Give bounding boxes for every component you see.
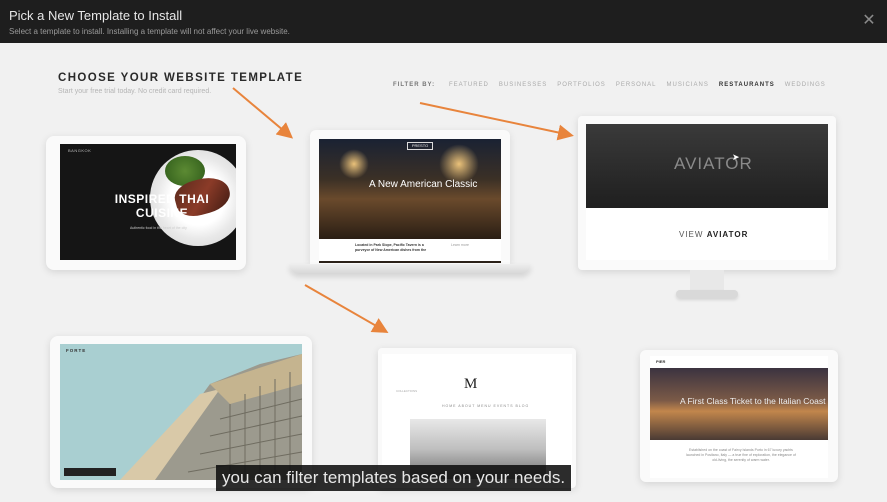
modal-header: Pick a New Template to Install Select a … <box>0 0 887 43</box>
marquee-logo: M <box>464 376 478 392</box>
template-preview-forte: FORTE <box>60 344 302 480</box>
filter-personal[interactable]: PERSONAL <box>616 82 657 88</box>
forte-badge <box>64 468 116 476</box>
video-caption: you can filter templates based on your n… <box>216 465 572 491</box>
template-preview-thai: BANGKOK INSPIRED THAI CUISINE Authentic … <box>60 144 236 260</box>
american-logo: PRESTO <box>407 142 433 150</box>
template-card-american[interactable]: PRESTO A New American Classic Located in… <box>310 130 510 265</box>
monitor-stand <box>690 270 724 292</box>
thai-nav: BANGKOK <box>68 148 92 153</box>
template-card-thai[interactable]: BANGKOK INSPIRED THAI CUISINE Authentic … <box>46 136 246 270</box>
aviator-hero: AVIATOR ➤ <box>586 124 828 208</box>
american-link: Learn more <box>451 243 469 247</box>
laptop-base <box>289 264 531 274</box>
lamp-glow <box>339 149 369 179</box>
monitor-foot <box>676 290 738 298</box>
page-title: CHOOSE YOUR WEBSITE TEMPLATE <box>58 72 304 84</box>
template-card-aviator[interactable]: AVIATOR ➤ VIEW AVIATOR <box>578 116 836 270</box>
coast-title: A First Class Ticket to the Italian Coas… <box>680 396 826 406</box>
american-body-text: Located in Park Slope, Pacific Tavern is… <box>355 243 427 252</box>
filter-portfolios[interactable]: PORTFOLIOS <box>557 82 606 88</box>
aviator-title: AVIATOR <box>674 154 753 173</box>
marquee-small-text: COLLECTIONS <box>396 389 418 393</box>
template-card-coast[interactable]: PIER A First Class Ticket to the Italian… <box>640 350 838 482</box>
thai-tagline: Authentic food in the heart of the city <box>130 226 187 230</box>
mouse-cursor-icon: ➤ <box>732 152 740 162</box>
filter-featured[interactable]: FEATURED <box>449 82 489 88</box>
modal-title: Pick a New Template to Install <box>9 8 183 23</box>
view-aviator-link[interactable]: VIEW AVIATOR <box>679 230 748 239</box>
american-lower: Located in Park Slope, Pacific Tavern is… <box>319 239 501 261</box>
thai-title: INSPIRED THAI CUISINE <box>114 192 210 220</box>
lamp-glow <box>439 144 479 184</box>
filter-label: FILTER BY: <box>393 82 436 88</box>
template-preview-coast: PIER A First Class Ticket to the Italian… <box>650 356 828 478</box>
marquee-nav: HOME ABOUT MENU EVENTS BLOG <box>442 404 530 408</box>
filter-bar: FEATURED BUSINESSES PORTFOLIOS PERSONAL … <box>449 82 826 88</box>
template-preview-aviator: AVIATOR ➤ VIEW AVIATOR <box>586 124 828 260</box>
filter-musicians[interactable]: MUSICIANS <box>667 82 709 88</box>
close-icon[interactable]: ✕ <box>861 13 877 29</box>
aviator-view-panel[interactable]: VIEW AVIATOR <box>586 208 828 260</box>
coast-body-text: Established on the coast of Fairvy Islan… <box>686 448 796 462</box>
filter-businesses[interactable]: BUSINESSES <box>499 82 547 88</box>
filter-restaurants[interactable]: RESTAURANTS <box>719 82 775 88</box>
building-image <box>120 354 302 480</box>
modal-subtitle: Select a template to install. Installing… <box>9 27 290 36</box>
american-title: A New American Classic <box>369 179 478 190</box>
coast-nav: PIER <box>656 359 666 364</box>
page-subtitle: Start your free trial today. No credit c… <box>58 88 212 95</box>
filter-weddings[interactable]: WEDDINGS <box>785 82 826 88</box>
template-preview-american: PRESTO A New American Classic Located in… <box>319 139 501 263</box>
